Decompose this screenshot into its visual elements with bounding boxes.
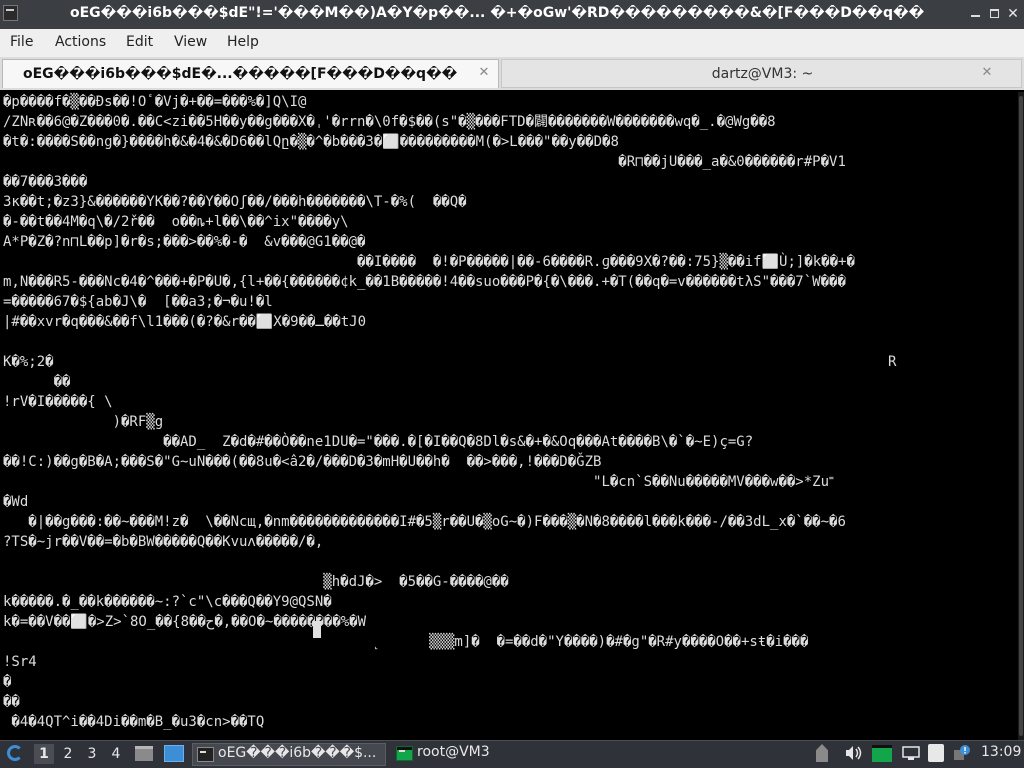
tab-active-session[interactable]: oEG���i6b���$dE�...�����[F���D��q�� ✕	[2, 59, 499, 88]
terminal-line: �	[3, 674, 12, 690]
taskbar-task-terminal[interactable]: oEG���i6b���$...	[192, 743, 386, 766]
menu-help[interactable]: Help	[227, 34, 259, 50]
file-manager-icon[interactable]	[135, 746, 153, 761]
start-menu-button[interactable]	[4, 743, 28, 765]
terminal-line: �t�:����S��ng�}����h�&�4�&�D6��lQը�▒�^�b…	[3, 134, 619, 150]
terminal-line: �-��t��4M�q\�/2ř�� o��ȵ+l��\��^ix"����y\	[3, 214, 349, 230]
tab-bar: oEG���i6b���$dE�...�����[F���D��q�� ✕ da…	[0, 57, 1024, 90]
clock[interactable]: 13:09	[981, 744, 1021, 760]
terminal-app-icon[interactable]	[3, 5, 18, 21]
terminal-tray-icon[interactable]	[872, 745, 892, 762]
notification-icon[interactable]	[952, 744, 972, 762]
menubar: File Actions Edit View Help	[0, 29, 1024, 58]
trash-icon[interactable]	[816, 744, 828, 762]
task-label: oEG���i6b���$...	[218, 745, 377, 761]
show-desktop-icon[interactable]	[164, 745, 184, 762]
terminal-scrollbar[interactable]	[1018, 92, 1024, 740]
lxqt-logo-icon	[7, 745, 23, 761]
terminal-line: /ZNʀ��6@�Z���0�.��C<zi��5H��y��g���X�ˌ'�…	[3, 114, 776, 130]
tab-close-icon[interactable]: ✕	[980, 66, 994, 80]
terminal-line: �R⊓��jU���_a�&0������r#P�V1	[3, 154, 846, 170]
tab-label: dartz@VM3: ~	[711, 66, 814, 82]
scrollbar-thumb[interactable]	[1019, 96, 1023, 736]
tab-label: oEG���i6b���$dE�...�����[F���D��q��	[23, 66, 458, 82]
terminal-output[interactable]: �p����f�▒��Ðs��!Oٴ�Vj�+��=���%�]Q\I@ /ZNʀ…	[0, 92, 1024, 740]
terminal-line: !Sr4	[3, 654, 37, 670]
minimize-button[interactable]	[966, 5, 984, 23]
workspace-3[interactable]: 3	[82, 744, 102, 764]
terminal-line: ��	[3, 694, 20, 710]
terminal-line: |#��xvr�q���&��f\l1���(�?�&r��⬜X�9��ـ��t…	[3, 314, 367, 330]
terminal-line: A*P�Z�?n⊓L��p]�r�s;���>��%�-� &v���@G1��…	[3, 234, 366, 250]
menu-edit[interactable]: Edit	[126, 34, 153, 50]
maximize-icon	[989, 9, 999, 18]
clipboard-icon[interactable]	[928, 744, 944, 762]
workspace-4[interactable]: 4	[106, 744, 126, 764]
workspace-1[interactable]: 1	[34, 744, 54, 764]
menu-view[interactable]: View	[174, 34, 207, 50]
close-icon: ✕	[1007, 6, 1019, 22]
terminal-line: )�RF▒g	[3, 414, 164, 430]
terminal-line: �4�4QT^i��4Di��m�B_�u3�cn>��TQ	[3, 714, 265, 730]
terminal-line: �p����f�▒��Ðs��!Oٴ�Vj�+��=���%�]Q\I@	[3, 94, 307, 110]
workspace-2[interactable]: 2	[58, 744, 78, 764]
taskbar: 1 2 3 4 oEG���i6b���$... root@VM3 13:09	[0, 740, 1024, 768]
maximize-button[interactable]	[985, 5, 1003, 23]
menu-file[interactable]: File	[10, 34, 33, 50]
terminal-line: 3κ��t;�z3}&������YK��?��Y��Oʃ��/���h����…	[3, 194, 467, 210]
minimize-icon	[970, 15, 980, 17]
taskbar-task-root-vm3[interactable]: root@VM3	[392, 743, 592, 766]
terminal-line: ˻ ▒▒▒m]� �=��d�"Y����)�#�g"�R#y����O��+s…	[3, 634, 809, 650]
terminal-line: ��7���3���	[3, 174, 88, 190]
terminal-icon	[197, 747, 214, 762]
terminal-line: ��	[3, 374, 71, 390]
terminal-line: m,N���R5-���Nc�4�^���+�P�U�,{l+��{������…	[3, 274, 846, 290]
window-titlebar[interactable]: oEG���i6b���$dE"!='���M��)A�Y�p��... �+�…	[0, 0, 1024, 29]
terminal-line: k�=��V��⬜�>Z>`8O_��{8��ح�,��O�~��������%…	[3, 614, 367, 630]
terminal-line: ��AD_ Z�d�#��Ò��ne1DU�="���.�[�I��Q�8Dl�…	[3, 434, 754, 450]
volume-icon[interactable]	[844, 744, 862, 762]
terminal-cursor	[313, 621, 321, 638]
menu-actions[interactable]: Actions	[55, 34, 106, 50]
terminal-line: "L�cn`S��Nu�����MV���w��>*Zu˭	[3, 474, 834, 490]
close-button[interactable]: ✕	[1004, 5, 1022, 23]
task-label: root@VM3	[417, 744, 490, 760]
window-title: oEG���i6b���$dE"!='���M��)A�Y�p��... �+�…	[70, 5, 925, 21]
terminal-line: ▒h�dJ�> �5��G-����@��	[3, 574, 509, 590]
terminal-line: �|��g���:��~���M!z� \��Ncщ,�nm����������…	[3, 514, 846, 530]
terminal-line: �Wd	[3, 494, 29, 510]
terminal-line: ��!C:)��g�B�A;���S�"G~uN���(��8u�<â2�/��…	[3, 454, 602, 470]
terminal-line: k�����.�_��k������~:?`c"\c���Q��Y9@QSN�	[3, 594, 332, 610]
tab-close-icon[interactable]: ✕	[477, 66, 491, 80]
terminal-line: =�����67�${ab�J\� [��a3;�¬�u!�l	[3, 294, 273, 310]
terminal-line: K�%;2� R	[3, 354, 897, 370]
terminal-line: ?TS�~jr��V��=�b�BW�����Q��Kvuʌ�����/�,	[3, 534, 324, 550]
network-icon[interactable]	[901, 744, 921, 762]
tab-dartz-session[interactable]: dartz@VM3: ~ ✕	[501, 59, 1022, 88]
terminal-line: !rV�I�����{ \	[3, 394, 113, 410]
terminal-line: ��I���� �!�P�����|��-6����R.ɡ���9X�?��:7…	[3, 254, 855, 270]
terminal-green-icon	[396, 746, 413, 761]
